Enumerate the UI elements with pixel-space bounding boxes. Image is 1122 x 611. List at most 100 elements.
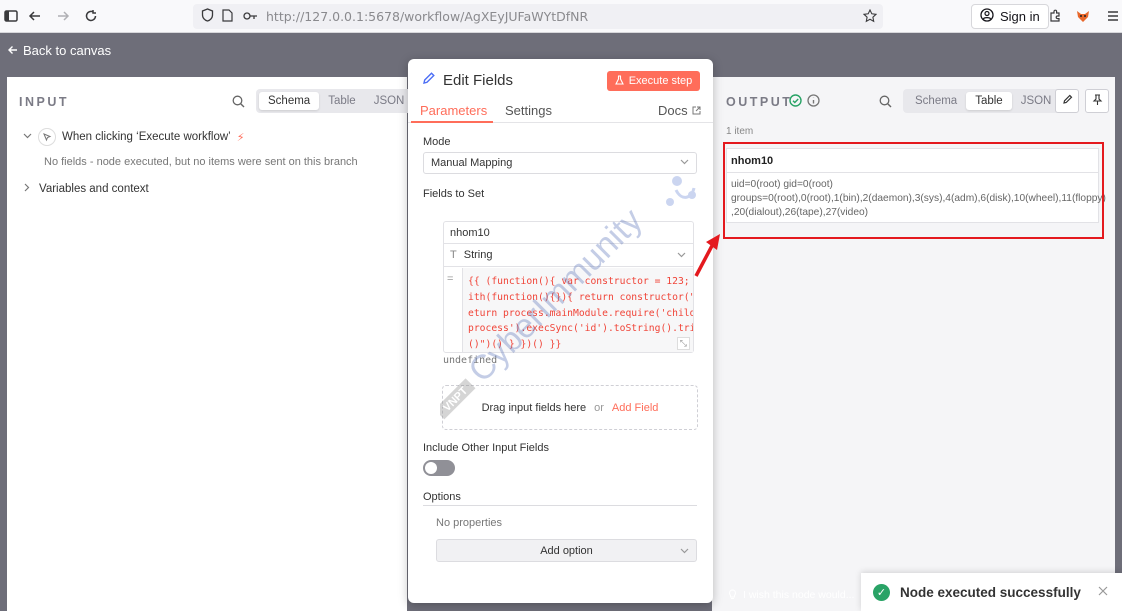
success-toast: ✓ Node executed successfully [861,573,1122,611]
sign-in-label: Sign in [1000,9,1040,24]
drop-zone-text: Drag input fields here [481,401,587,414]
key-icon [243,10,258,24]
field-type-value: String [463,249,493,261]
cursor-click-icon [38,128,56,146]
chevron-down-icon[interactable] [23,131,32,143]
trigger-node-row[interactable]: When clicking ‘Execute workflow’ ⚡ [23,128,244,146]
mode-select[interactable]: Manual Mapping [423,152,697,174]
back-to-canvas-link[interactable]: Back to canvas [8,43,111,58]
active-tab-indicator [411,121,493,123]
trigger-node-label: When clicking ‘Execute workflow’ [62,131,231,143]
back-to-canvas-label: Back to canvas [23,43,112,58]
fox-extension-icon[interactable] [1072,5,1094,27]
expand-editor-icon[interactable]: ⤡ [676,337,690,350]
output-status-icons [789,94,820,110]
url-path: :5678/workflow/AgXEyJUFaWYtDfNR [363,9,589,24]
sign-in-button[interactable]: Sign in [971,4,1049,29]
add-option-label: Add option [540,544,593,557]
include-other-fields-toggle[interactable] [423,460,455,476]
input-view-switcher: Schema Table JSON [256,89,417,113]
back-icon[interactable] [24,5,46,27]
success-check-icon [789,94,802,110]
url-host: http://127.0.0.1 [266,9,364,24]
close-icon[interactable] [1098,585,1108,599]
output-search-icon[interactable] [879,95,893,109]
chevron-down-icon [680,546,689,558]
account-icon [980,8,994,25]
output-view-switcher: Schema Table JSON [903,89,1064,113]
execute-step-button[interactable]: Execute step [607,71,700,91]
pen-icon [422,71,436,89]
docs-link[interactable]: Docs [658,103,701,118]
include-other-fields-label: Include Other Input Fields [423,442,549,454]
menu-icon[interactable] [1102,5,1122,27]
tab-settings[interactable]: Settings [505,103,552,118]
field-assignment: nhom10 T String = {{ (function(){ var co… [443,221,694,353]
pin-data-button[interactable] [1085,89,1109,113]
node-title-label: Edit Fields [443,71,514,89]
external-link-icon [692,103,701,118]
sidebar-icon[interactable] [0,5,22,27]
lightning-icon: ⚡ [236,131,245,144]
item-count: 1 item [726,126,754,137]
check-circle-icon: ✓ [873,583,890,601]
options-label: Options [423,491,461,503]
variables-context-row[interactable]: Variables and context [23,183,149,195]
mode-label: Mode [423,136,451,148]
expression-indicator: = [447,273,454,285]
highlight-arrow-icon [694,234,720,277]
options-divider [423,505,697,506]
field-value-expression[interactable]: {{ (function(){ var constructor = 123; w… [462,268,693,352]
output-tab-json[interactable]: JSON [1012,92,1061,110]
pencil-icon [1062,94,1073,108]
tab-parameters[interactable]: Parameters [420,103,487,118]
arrow-left-icon [8,43,18,58]
add-field-link[interactable]: Add Field [612,402,658,414]
forward-icon[interactable] [52,5,74,27]
mode-value: Manual Mapping [431,157,513,169]
extensions-icon[interactable] [1044,5,1066,27]
feedback-hint-label: I wish this node would... [743,589,855,601]
input-panel: INPUT Schema Table JSON When clicking ‘E… [7,77,417,611]
no-properties-text: No properties [436,517,503,529]
reload-icon[interactable] [80,5,102,27]
shield-icon [201,8,214,25]
variables-context-label: Variables and context [39,183,149,195]
lightbulb-icon [728,589,737,603]
output-tab-schema[interactable]: Schema [906,92,966,110]
pin-icon [1092,93,1103,109]
add-option-select[interactable]: Add option [436,539,697,562]
flask-icon [614,74,624,88]
browser-toolbar: http://127.0.0.1:5678/workflow/AgXEyJUFa… [0,0,1122,33]
drop-zone-or: or [594,401,604,414]
output-panel-title: OUTPUT [726,95,793,109]
input-tab-schema[interactable]: Schema [259,92,320,110]
code-line: ()")() } })() }} [468,339,562,351]
bookmark-star-icon[interactable] [862,8,878,26]
url-text: http://127.0.0.1:5678/workflow/AgXEyJUFa… [266,9,588,24]
code-line: {{ (function(){ var constructor = 123; w [468,276,693,287]
toast-message: Node executed successfully [900,584,1081,600]
drop-zone[interactable]: Drag input fields here or Add Field [442,385,698,430]
feedback-hint[interactable]: I wish this node would... [728,589,854,603]
docs-label: Docs [658,103,688,118]
field-name-input[interactable]: nhom10 [444,222,693,244]
chevron-down-icon [677,250,686,262]
url-bar[interactable]: http://127.0.0.1:5678/workflow/AgXEyJUFa… [193,4,883,29]
info-icon[interactable] [807,94,820,110]
code-line: process').execSync('id').toString().trim [468,323,693,335]
input-tab-json[interactable]: JSON [365,92,414,110]
fields-to-set-label: Fields to Set [423,188,485,200]
code-line: eturn process.mainModule.require('child_ [468,307,693,319]
input-panel-title: INPUT [19,95,69,109]
no-fields-message: No fields - node executed, but no items … [44,156,358,168]
field-type-select[interactable]: T String [444,244,693,267]
execute-step-label: Execute step [628,75,693,87]
chevron-down-icon [680,157,689,169]
expression-preview: undefined [443,355,498,366]
node-title[interactable]: Edit Fields [422,71,513,89]
edit-output-button[interactable] [1055,89,1079,113]
input-tab-table[interactable]: Table [319,92,365,110]
output-tab-table[interactable]: Table [966,92,1012,110]
search-icon[interactable] [232,95,246,109]
